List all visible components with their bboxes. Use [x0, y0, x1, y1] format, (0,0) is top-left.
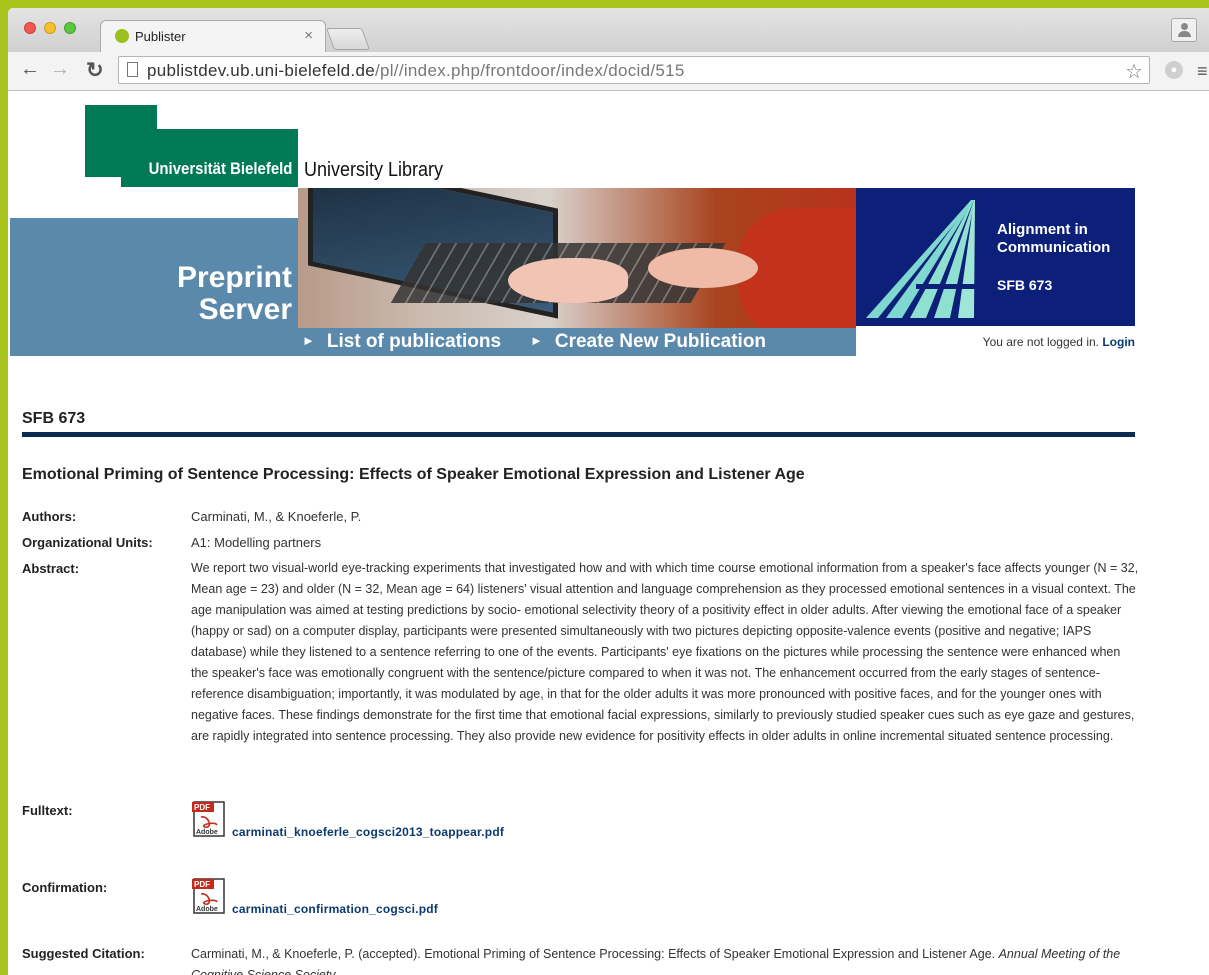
arrow-right-icon[interactable]: → [50, 58, 70, 81]
tab-title: Publister [135, 29, 186, 44]
section-divider [22, 432, 1135, 437]
new-tab-button[interactable] [325, 28, 371, 50]
nav-list-of-publications[interactable]: ► List of publications [302, 331, 501, 353]
confirmation-pdf-link[interactable]: carminati_confirmation_cogsci.pdf [232, 902, 438, 916]
page-content: Universität Bielefeld University Library… [8, 91, 1209, 975]
address-bar[interactable]: publistdev.ub.uni-bielefeld.de/pl//index… [118, 56, 1150, 84]
sfb-logo-text: Alignment in Communication [997, 221, 1111, 256]
confirmation-label: Confirmation: [22, 880, 108, 895]
triangle-right-icon: ► [530, 333, 543, 348]
browser-toolbar: ← → ↻ publistdev.ub.uni-bielefeld.de/pl/… [8, 52, 1209, 91]
star-icon[interactable]: ☆ [1125, 59, 1143, 84]
preprint-server-banner: Preprint Server [10, 218, 298, 356]
university-logo[interactable]: Universität Bielefeld [121, 129, 298, 187]
hamburger-menu-icon[interactable]: ≡ [1197, 61, 1208, 82]
login-status: You are not logged in. Login [982, 335, 1135, 349]
authors-value: Carminati, M., & Knoeferle, P. [191, 509, 362, 524]
close-window-button[interactable] [24, 22, 36, 34]
browser-tab[interactable]: Publister × [100, 20, 326, 52]
svg-text:Adobe: Adobe [196, 829, 218, 836]
svg-text:PDF: PDF [194, 880, 210, 889]
profile-button[interactable] [1171, 18, 1197, 42]
university-name: Universität Bielefeld [148, 159, 292, 178]
person-icon [1181, 23, 1188, 30]
library-name: University Library [304, 159, 444, 181]
citation-label: Suggested Citation: [22, 946, 145, 961]
authors-label: Authors: [22, 509, 77, 524]
url-text[interactable]: publistdev.ub.uni-bielefeld.de/pl//index… [147, 61, 685, 81]
abstract-text: We report two visual-world eye-tracking … [191, 561, 1139, 743]
citation-text: Carminati, M., & Knoeferle, P. (accepted… [191, 947, 1121, 975]
document-title: Emotional Priming of Sentence Processing… [22, 466, 805, 483]
sfb-stripes-graphic [866, 200, 976, 318]
nav-create-new-publication[interactable]: ► Create New Publication [530, 331, 766, 353]
sfb-logo-code: SFB 673 [997, 277, 1053, 293]
fulltext-pdf-link[interactable]: carminati_knoeferle_cogsci2013_toappear.… [232, 825, 504, 839]
minimize-window-button[interactable] [44, 22, 56, 34]
reload-icon[interactable]: ↻ [86, 58, 104, 83]
units-label: Organizational Units: [22, 535, 153, 550]
section-title: SFB 673 [22, 410, 86, 427]
main-navigation: ► List of publications ► Create New Public… [298, 328, 856, 356]
zoom-window-button[interactable] [64, 22, 76, 34]
svg-text:PDF: PDF [194, 803, 210, 812]
units-value: A1: Modelling partners [191, 535, 322, 550]
sfb-logo[interactable]: Alignment in Communication SFB 673 [856, 188, 1135, 326]
svg-text:Adobe: Adobe [196, 906, 218, 913]
pdf-file-icon[interactable]: PDF Adobe [191, 801, 227, 837]
preprint-server-title: Preprint Server [176, 261, 292, 326]
extension-icon[interactable]: ● [1165, 61, 1183, 79]
triangle-right-icon: ► [302, 333, 315, 348]
header-photo-laptop [298, 188, 856, 328]
arrow-left-icon[interactable]: ← [20, 58, 40, 81]
favicon-icon [115, 29, 129, 43]
fulltext-label: Fulltext: [22, 803, 73, 818]
page-icon [127, 62, 138, 77]
tab-close-icon[interactable]: × [304, 27, 313, 44]
pdf-file-icon[interactable]: PDF Adobe [191, 878, 227, 914]
tab-strip: Publister × [8, 8, 1209, 52]
browser-window: Publister × ← → ↻ publistdev.ub.uni-biel… [8, 8, 1209, 975]
login-link[interactable]: Login [1102, 335, 1135, 349]
abstract-label: Abstract: [22, 561, 80, 576]
